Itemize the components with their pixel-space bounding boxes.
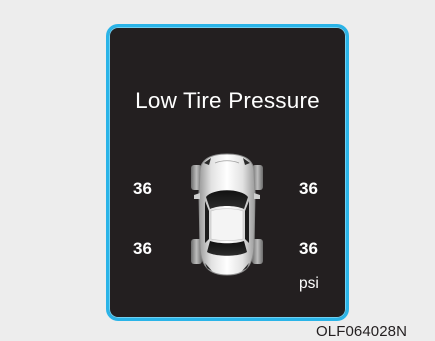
car-top-view-icon [187, 151, 267, 279]
low-tire-pressure-title: Low Tire Pressure [135, 88, 320, 113]
tpms-display-panel: Low Tire Pressure 36 36 36 36 psi [106, 24, 349, 321]
tire-pressure-rear-right: 36 [299, 239, 318, 258]
tire-pressure-rear-left: 36 [133, 239, 152, 258]
tire-pressure-front-left: 36 [133, 179, 152, 198]
figure-code-caption: OLF064028N [316, 323, 408, 340]
pressure-unit-label: psi [299, 275, 319, 292]
tire-pressure-front-right: 36 [299, 179, 318, 198]
